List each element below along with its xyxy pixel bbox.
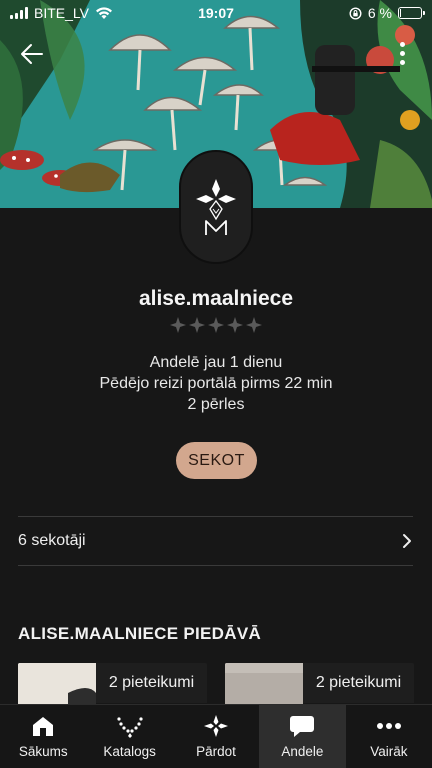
wifi-icon: [96, 6, 112, 19]
offers-section-title: ALISE.MAALNIECE PIEDĀVĀ: [18, 624, 262, 643]
status-right: 6 %: [349, 5, 425, 21]
nav-label: Sākums: [18, 744, 68, 759]
more-vertical-icon: [399, 41, 405, 47]
membership-duration: Andelē jau 1 dienu: [149, 354, 283, 371]
andele-logo-icon: [196, 179, 236, 235]
rating-star-icon: [189, 317, 205, 333]
nav-item-catalog[interactable]: Katalogs: [86, 705, 172, 768]
nav-label: Vairāk: [370, 744, 408, 759]
nav-item-sell[interactable]: Pārdot: [173, 705, 259, 768]
carrier-name: BITE_LV: [34, 5, 89, 21]
back-button[interactable]: [14, 36, 50, 72]
nav-label: Andele: [281, 744, 324, 759]
necklace-icon: [117, 717, 143, 738]
nav-item-home[interactable]: Sākums: [0, 705, 86, 768]
nav-item-more[interactable]: Vairāk: [346, 705, 432, 768]
profile-username: alise.maalniece: [138, 287, 294, 310]
product-image: [18, 663, 96, 705]
rating-stars: [0, 317, 432, 333]
orientation-lock-icon: [349, 6, 362, 20]
battery-percent: 6 %: [367, 5, 392, 21]
profile-info: Andelē jau 1 dienu Pēdējo reizi portālā …: [0, 352, 432, 415]
status-bar: BITE_LV 19:07 6 %: [0, 0, 432, 26]
follow-button[interactable]: SEKOT: [176, 442, 257, 479]
pearls-count: 2 pērles: [187, 396, 245, 413]
bottom-navigation: Sākums Katalogs Pārdot Andele Vairāk: [0, 704, 432, 768]
product-image: [225, 663, 303, 705]
followers-count: 6 sekotāji: [18, 532, 86, 549]
chevron-right-icon: [403, 534, 411, 548]
nav-item-andele[interactable]: Andele: [259, 705, 346, 768]
signal-icon: [10, 7, 28, 19]
followers-row[interactable]: 6 sekotāji: [18, 517, 413, 565]
product-card[interactable]: 2 pieteikumi: [225, 663, 414, 705]
more-options-button[interactable]: [390, 38, 414, 68]
rating-star-icon: [246, 317, 262, 333]
nav-label: Pārdot: [196, 744, 236, 759]
product-thumbnail: [225, 663, 303, 705]
back-arrow-icon: [21, 44, 43, 64]
avatar[interactable]: [179, 150, 253, 264]
applications-count: 2 pieteikumi: [96, 663, 207, 703]
product-thumbnail: [18, 663, 96, 705]
last-seen: Pēdējo reizi portālā pirms 22 min: [99, 375, 333, 392]
rating-star-icon: [208, 317, 224, 333]
rating-star-icon: [227, 317, 243, 333]
diamond-star-icon: [204, 715, 229, 737]
rating-star-icon: [170, 317, 186, 333]
battery-icon: [398, 7, 425, 19]
nav-label: Katalogs: [103, 744, 156, 759]
more-dots-icon: [376, 723, 401, 729]
home-icon: [33, 717, 54, 736]
divider: [18, 565, 413, 566]
status-left: BITE_LV: [10, 5, 113, 21]
clock: 19:07: [198, 5, 234, 21]
chat-bubble-icon: [290, 716, 315, 737]
applications-count: 2 pieteikumi: [303, 663, 414, 703]
product-card[interactable]: 2 pieteikumi: [18, 663, 207, 705]
